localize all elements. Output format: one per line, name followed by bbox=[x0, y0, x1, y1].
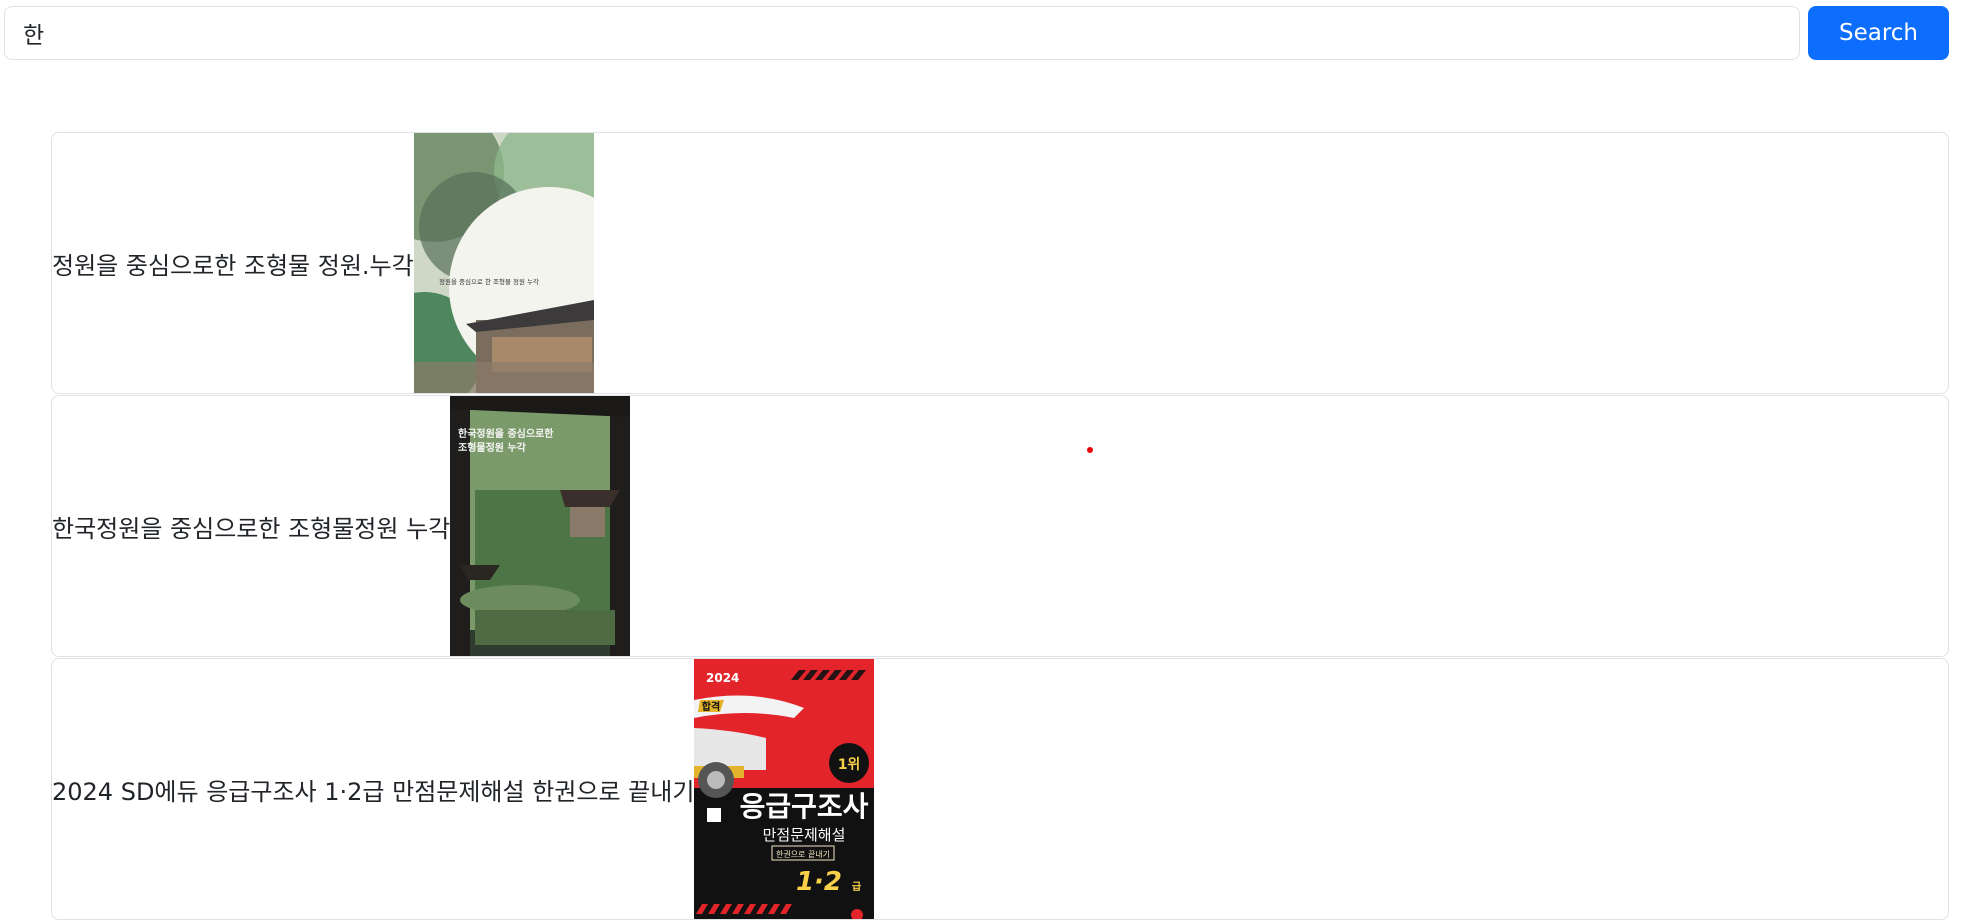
result-item[interactable]: 한국정원을 중심으로한 조형물정원 누각 한국정원을 중심으로한 조형물정원 누… bbox=[51, 395, 1949, 657]
search-input[interactable] bbox=[4, 6, 1800, 60]
cover-grade-unit: 급 bbox=[852, 881, 861, 893]
result-title[interactable]: 2024 SD에듀 응급구조사 1·2급 만점문제해설 한권으로 끝내기 bbox=[52, 772, 694, 807]
book-cover-image[interactable]: 합격 2024 1위 응급구조사 만점문제해설 한권으로 끝내기 1·2 급 bbox=[694, 658, 875, 920]
result-item[interactable]: 정원을 중심으로한 조형물 정원.누각 정원을 중심으로 한 조형물 정원 누각 bbox=[51, 132, 1949, 394]
result-item[interactable]: 2024 SD에듀 응급구조사 1·2급 만점문제해설 한권으로 끝내기 합격 … bbox=[51, 658, 1949, 920]
cover-grade: 1·2 bbox=[796, 867, 842, 897]
book-cover-image[interactable]: 한국정원을 중심으로한 조형물정원 누각 bbox=[450, 395, 631, 657]
cover-subtitle: 만점문제해설 bbox=[763, 826, 846, 844]
cover-badge: 1위 bbox=[838, 757, 861, 773]
cover-title: 응급구조사 bbox=[740, 790, 869, 823]
red-dot-marker bbox=[1087, 447, 1093, 453]
cover-year: 2024 bbox=[706, 671, 739, 685]
cover-tag: 한권으로 끝내기 bbox=[776, 849, 830, 859]
svg-text:합격: 합격 bbox=[702, 700, 720, 713]
cover-title: 정원을 중심으로 한 조형물 정원 누각 bbox=[439, 277, 539, 286]
cover-subtitle: 조형물정원 누각 bbox=[458, 441, 527, 454]
results-list: 정원을 중심으로한 조형물 정원.누각 정원을 중심으로 한 조형물 정원 누각… bbox=[51, 132, 1949, 920]
cover-title: 한국정원을 중심으로한 bbox=[458, 427, 554, 440]
result-title[interactable]: 한국정원을 중심으로한 조형물정원 누각 bbox=[52, 509, 450, 544]
search-button[interactable]: Search bbox=[1808, 6, 1949, 60]
result-title[interactable]: 정원을 중심으로한 조형물 정원.누각 bbox=[52, 246, 414, 281]
book-cover-image[interactable]: 정원을 중심으로 한 조형물 정원 누각 bbox=[413, 132, 594, 394]
